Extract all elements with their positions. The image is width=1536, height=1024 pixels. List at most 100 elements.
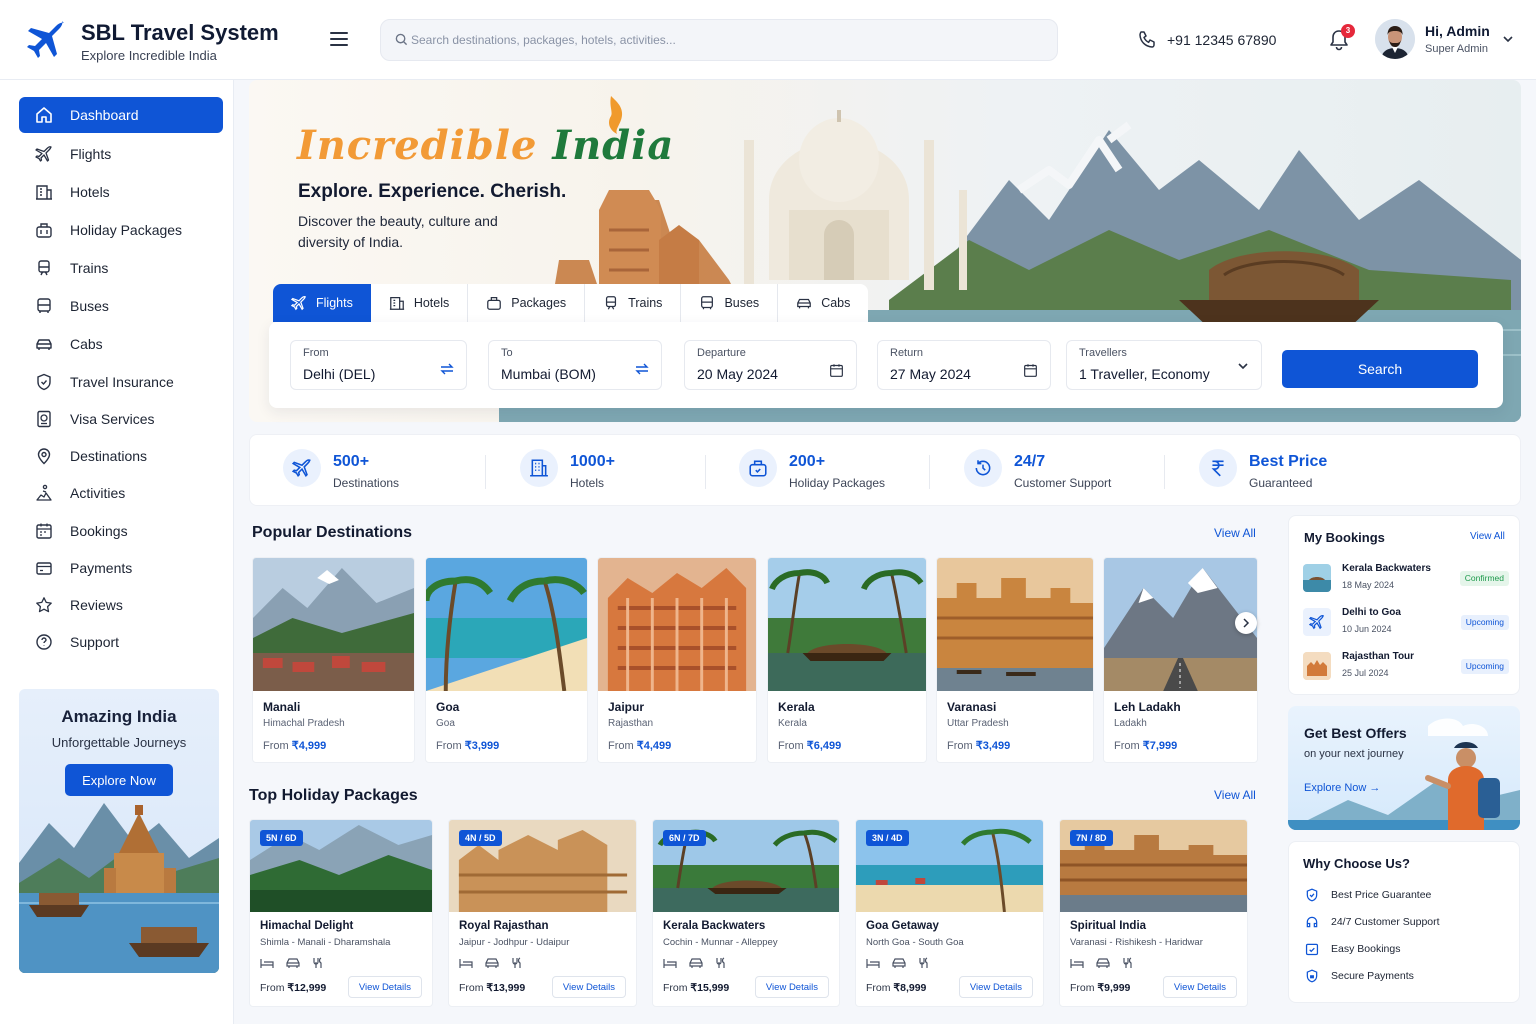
- sidebar-item-cabs[interactable]: Cabs: [19, 326, 223, 362]
- tab-trains[interactable]: Trains: [585, 284, 682, 322]
- destination-card-manali[interactable]: Manali Himachal Pradesh From ₹4,999: [252, 557, 415, 763]
- package-price: From ₹9,999: [1070, 982, 1130, 994]
- booking-date: 25 Jul 2024: [1342, 668, 1389, 678]
- package-card-spiritual[interactable]: 7N / 8D Spiritual India Varanasi - Rishi…: [1059, 819, 1248, 1007]
- headset-icon: [1306, 916, 1318, 928]
- sidebar-item-destinations[interactable]: Destinations: [19, 438, 223, 474]
- booking-title: Kerala Backwaters: [1342, 563, 1431, 574]
- explore-now-button[interactable]: Explore Now: [65, 764, 173, 796]
- sidebar-item-reviews[interactable]: Reviews: [19, 587, 223, 623]
- destination-state: Ladakh: [1114, 718, 1147, 729]
- package-card-himachal[interactable]: 5N / 6D Himachal Delight Shimla - Manali…: [249, 819, 433, 1007]
- swap-icon: [635, 363, 649, 375]
- from-field[interactable]: From Delhi (DEL): [290, 340, 467, 390]
- sidebar-item-support[interactable]: Support: [19, 624, 223, 660]
- destination-state: Kerala: [778, 718, 807, 729]
- to-field[interactable]: To Mumbai (BOM): [488, 340, 662, 390]
- tab-packages[interactable]: Packages: [468, 284, 586, 322]
- duration-badge: 7N / 8D: [1070, 830, 1113, 846]
- search-input[interactable]: [411, 20, 1031, 60]
- tab-cabs[interactable]: Cabs: [778, 284, 868, 322]
- travellers-label: Travellers: [1079, 347, 1127, 359]
- popular-view-all-link[interactable]: View All: [1214, 526, 1256, 540]
- avatar[interactable]: [1375, 19, 1415, 59]
- destination-card-kerala[interactable]: Kerala Kerala From ₹6,499: [767, 557, 927, 763]
- price-prefix: From: [263, 740, 289, 752]
- package-route: North Goa - South Goa: [866, 937, 964, 948]
- view-details-button[interactable]: View Details: [754, 976, 829, 998]
- stat-label: Customer Support: [1014, 476, 1112, 490]
- train-icon: [606, 296, 617, 310]
- cab-icon: [286, 958, 300, 968]
- sidebar-item-bookings[interactable]: Bookings: [19, 513, 223, 549]
- price-prefix: From: [1070, 982, 1095, 994]
- booking-item[interactable]: Kerala Backwaters 18 May 2024 Confirmed: [1303, 560, 1509, 596]
- status-badge: Upcoming: [1460, 615, 1509, 630]
- stat-value: 500+: [333, 453, 370, 470]
- sidebar-item-travel-insurance[interactable]: Travel Insurance: [19, 364, 223, 400]
- sidebar-item-flights[interactable]: Flights: [19, 136, 223, 172]
- sidebar-item-hotels[interactable]: Hotels: [19, 174, 223, 210]
- view-details-button[interactable]: View Details: [551, 976, 626, 998]
- destination-card-varanasi[interactable]: Varanasi Uttar Pradesh From ₹3,499: [936, 557, 1094, 763]
- star-icon: [36, 597, 52, 613]
- destination-card-jaipur[interactable]: Jaipur Rajasthan From ₹4,499: [597, 557, 757, 763]
- sidebar-item-payments[interactable]: Payments: [19, 550, 223, 586]
- sidebar-item-holiday-packages[interactable]: Holiday Packages: [19, 212, 223, 248]
- travellers-field[interactable]: Travellers 1 Traveller, Economy: [1066, 340, 1262, 390]
- package-name: Goa Getaway: [866, 920, 939, 932]
- sidebar-item-buses[interactable]: Buses: [19, 288, 223, 324]
- booking-item[interactable]: Rajasthan Tour 25 Jul 2024 Upcoming: [1303, 648, 1509, 684]
- stat-divider: [929, 455, 930, 489]
- hero-title-part1: Incredible: [297, 122, 538, 169]
- view-details-button[interactable]: View Details: [1162, 976, 1237, 998]
- booking-item[interactable]: Delhi to Goa 10 Jun 2024 Upcoming: [1303, 604, 1509, 640]
- sidebar-item-label: Visa Services: [70, 411, 155, 427]
- return-field[interactable]: Return 27 May 2024: [877, 340, 1051, 390]
- packages-view-all-link[interactable]: View All: [1214, 788, 1256, 802]
- sidebar-item-visa-services[interactable]: Visa Services: [19, 401, 223, 437]
- sidebar-item-activities[interactable]: Activities: [19, 475, 223, 511]
- view-details-button[interactable]: View Details: [958, 976, 1033, 998]
- destination-card-goa[interactable]: Goa Goa From ₹3,999: [425, 557, 588, 763]
- destination-card-leh-ladakh[interactable]: Leh Ladakh Ladakh From ₹7,999: [1103, 557, 1258, 763]
- departure-field[interactable]: Departure 20 May 2024: [684, 340, 857, 390]
- destination-price: From ₹4,499: [608, 739, 671, 752]
- sidebar-item-trains[interactable]: Trains: [19, 250, 223, 286]
- plane-icon: [1309, 614, 1324, 630]
- tab-flights[interactable]: Flights: [273, 284, 371, 322]
- brand-title: SBL Travel System: [81, 20, 279, 45]
- offers-explore-link[interactable]: Explore Now →: [1304, 782, 1380, 794]
- package-card-goa[interactable]: 3N / 4D Goa Getaway North Goa - South Go…: [855, 819, 1044, 1007]
- tab-label: Packages: [511, 296, 567, 310]
- phone-contact[interactable]: +91 12345 67890: [1137, 30, 1276, 50]
- search-icon: [395, 33, 408, 46]
- carousel-next-button[interactable]: [1235, 612, 1257, 634]
- palace-thumb-icon: [1303, 652, 1331, 680]
- tab-hotels[interactable]: Hotels: [371, 284, 469, 322]
- tab-buses[interactable]: Buses: [681, 284, 779, 322]
- stat-label: Holiday Packages: [789, 476, 886, 490]
- global-search[interactable]: [380, 19, 1058, 61]
- bookings-view-all-link[interactable]: View All: [1470, 531, 1505, 542]
- package-card-rajasthan[interactable]: 4N / 5D Royal Rajasthan Jaipur - Jodhpur…: [448, 819, 637, 1007]
- swap-icon: [440, 363, 454, 375]
- chevron-down-icon[interactable]: [1502, 34, 1514, 44]
- destination-state: Uttar Pradesh: [947, 718, 1009, 729]
- stat-divider: [485, 455, 486, 489]
- phone-number: +91 12345 67890: [1167, 32, 1277, 48]
- sidebar-item-dashboard[interactable]: Dashboard: [19, 97, 223, 133]
- search-button[interactable]: Search: [1282, 350, 1478, 388]
- package-card-kerala[interactable]: 6N / 7D Kerala Backwaters Cochin - Munna…: [652, 819, 840, 1007]
- to-label: To: [501, 347, 513, 359]
- varanasi-photo: [937, 558, 1093, 691]
- view-details-button[interactable]: View Details: [347, 976, 422, 998]
- hamburger-menu-icon[interactable]: [328, 28, 350, 50]
- luggage-icon: [749, 460, 767, 477]
- calendar-icon: [830, 364, 843, 377]
- from-value: Delhi (DEL): [303, 366, 376, 382]
- hotel-bed-icon: [663, 959, 677, 968]
- sidebar-item-label: Bookings: [70, 523, 128, 539]
- hero-description: Discover the beauty, culture and diversi…: [298, 213, 498, 250]
- stat-label: Guaranteed: [1249, 476, 1313, 490]
